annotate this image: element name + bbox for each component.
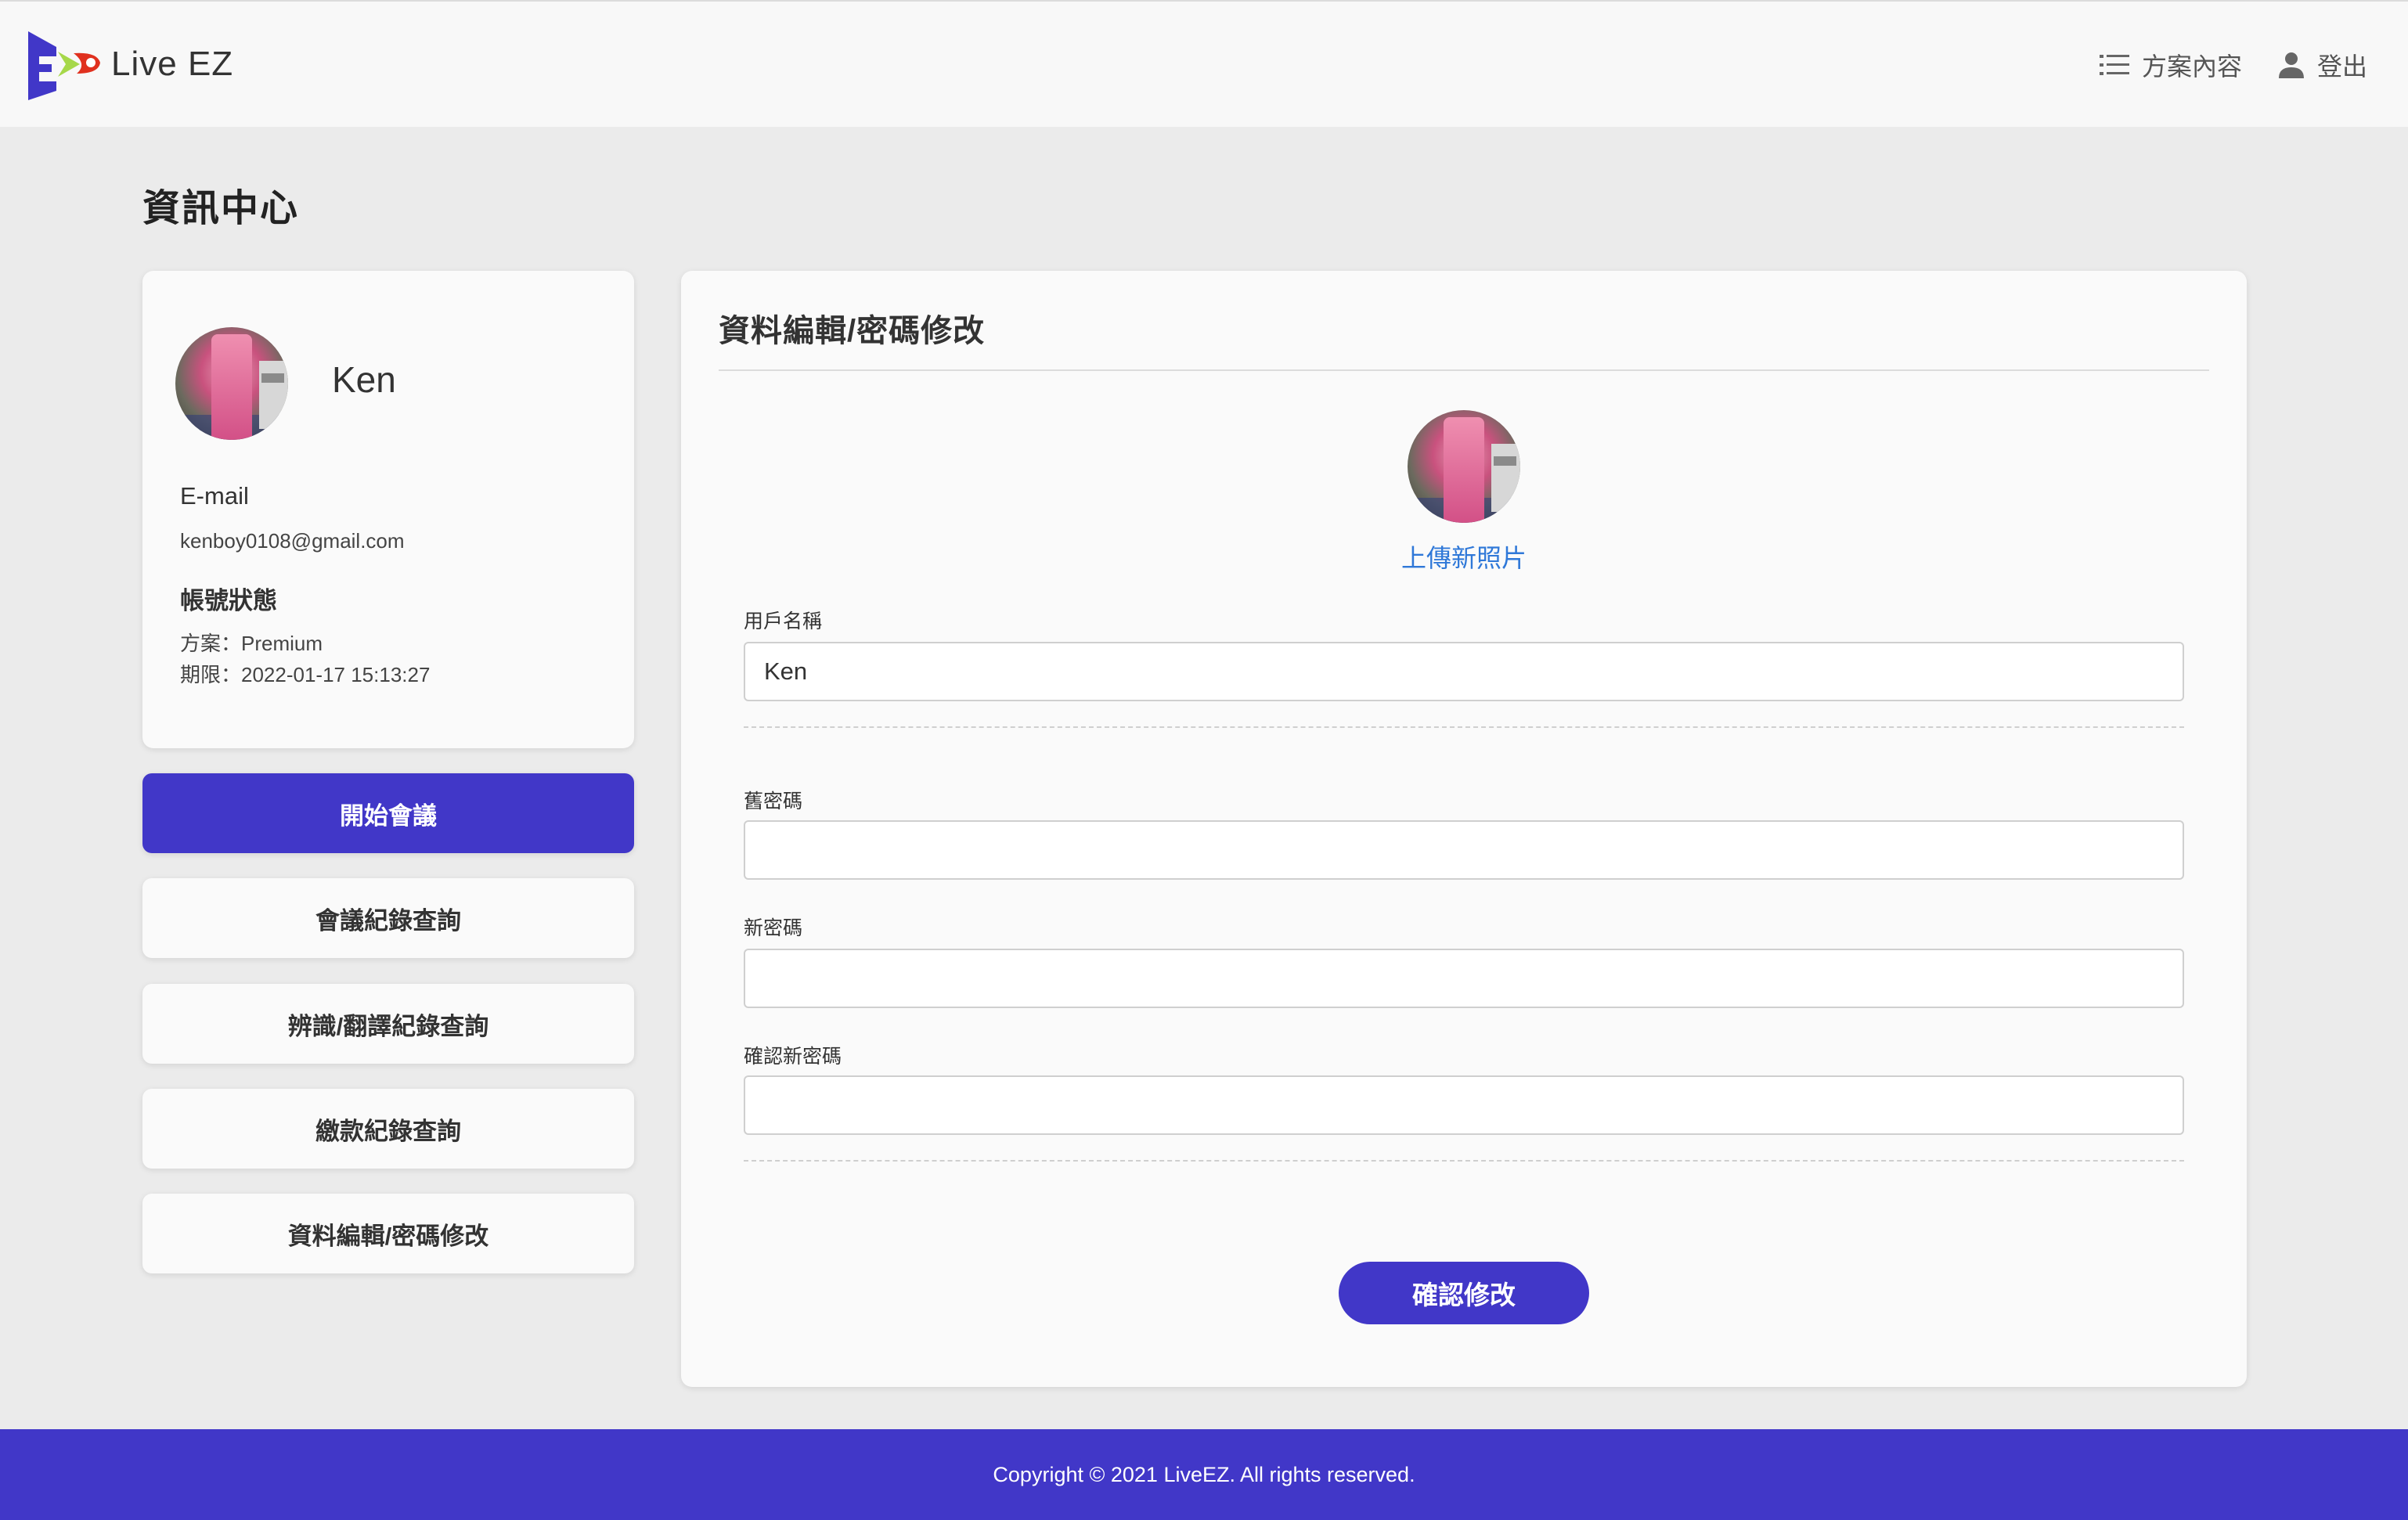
liveez-logo-icon [28, 31, 100, 100]
brand-name: Live EZ [111, 45, 234, 83]
edit-avatar [1408, 410, 1520, 523]
username-input[interactable] [744, 642, 2184, 701]
start-meeting-button[interactable]: 開始會議 [142, 773, 634, 853]
page-title: 資訊中心 [142, 188, 300, 229]
new-password-input[interactable] [744, 949, 2184, 1008]
upload-photo-link[interactable]: 上傳新照片 [681, 538, 2247, 575]
profile-edit-button[interactable]: 資料編輯/密碼修改 [142, 1194, 634, 1273]
confirm-password-label: 確認新密碼 [744, 1046, 842, 1068]
payment-records-button[interactable]: 繳款紀錄查詢 [142, 1089, 634, 1169]
old-password-input[interactable] [744, 820, 2184, 880]
panel-title: 資料編輯/密碼修改 [719, 314, 986, 348]
nav-logout-label: 登出 [2316, 52, 2367, 81]
confirm-changes-button[interactable]: 確認修改 [1339, 1262, 1589, 1324]
user-icon [2278, 52, 2304, 78]
panel-divider [719, 369, 2209, 371]
expiry-value: 期限：2022-01-17 15:13:27 [180, 663, 431, 686]
nav-logout-link[interactable]: 登出 [2278, 47, 2367, 83]
section-divider [744, 726, 2184, 728]
footer: Copyright © 2021 LiveEZ. All rights rese… [0, 1429, 2408, 1520]
meeting-records-button[interactable]: 會議紀錄查詢 [142, 878, 634, 958]
profile-name: Ken [332, 359, 396, 400]
profile-avatar [175, 327, 288, 440]
brand-logo[interactable]: Live EZ [25, 28, 233, 100]
nav-plan-label: 方案內容 [2141, 52, 2242, 81]
username-label: 用戶名稱 [744, 611, 823, 632]
plan-value: 方案：Premium [180, 632, 323, 655]
top-navbar: Live EZ 方案內容 登出 [0, 0, 2408, 127]
email-label: E-mail [180, 482, 249, 510]
copyright-text: Copyright © 2021 LiveEZ. All rights rese… [993, 1462, 1415, 1486]
new-password-label: 新密碼 [744, 917, 803, 939]
header-nav: 方案內容 登出 [2064, 47, 2367, 83]
account-status-label: 帳號狀態 [180, 587, 277, 614]
recognition-records-button[interactable]: 辨識/翻譯紀錄查詢 [142, 984, 634, 1064]
nav-plan-link[interactable]: 方案內容 [2099, 47, 2242, 83]
section-divider [744, 1160, 2184, 1162]
profile-edit-panel: 資料編輯/密碼修改 上傳新照片 用戶名稱 舊密碼 新密碼 確認新密碼 確認修改 [681, 271, 2247, 1387]
old-password-label: 舊密碼 [744, 791, 803, 812]
list-icon [2099, 55, 2129, 75]
confirm-password-input[interactable] [744, 1075, 2184, 1135]
email-value: kenboy0108@gmail.com [180, 529, 405, 553]
profile-card: Ken E-mail kenboy0108@gmail.com 帳號狀態 方案：… [142, 271, 634, 748]
